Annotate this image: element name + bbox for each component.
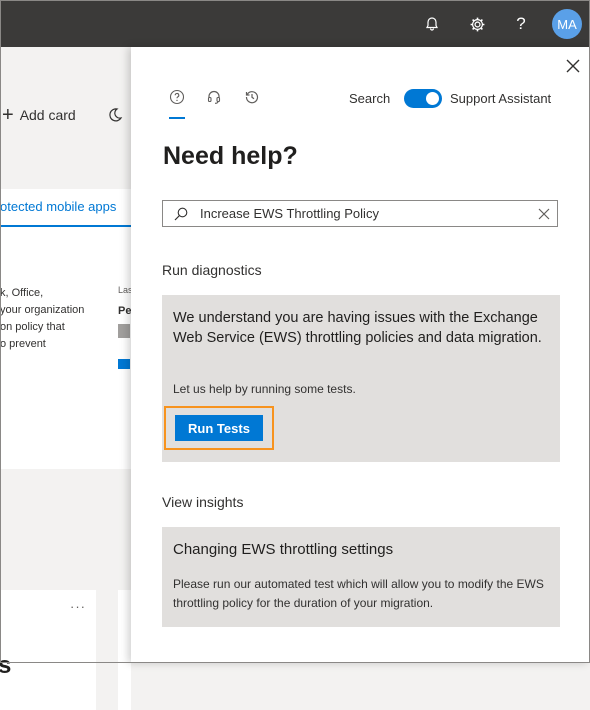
clear-search-icon[interactable] (536, 206, 552, 222)
more-options-icon[interactable]: ··· (70, 599, 86, 614)
search-input[interactable] (200, 201, 520, 226)
diagnostics-message: We understand you are having issues with… (173, 310, 542, 346)
toggle-knob (426, 92, 439, 105)
search-label: Search (349, 91, 391, 106)
run-tests-button[interactable]: Run Tests (175, 415, 263, 441)
add-card-label: Add card (19, 107, 76, 123)
status-swatch-blue (118, 359, 130, 369)
view-insights-heading: View insights (162, 494, 244, 510)
tab-support[interactable] (203, 88, 225, 110)
background-card-3 (118, 590, 131, 710)
plus-icon: + (2, 104, 14, 126)
moon-icon[interactable] (107, 107, 123, 128)
avatar[interactable]: MA (552, 9, 582, 39)
search-icon (173, 206, 189, 222)
tab-indicator (169, 117, 185, 119)
search-box (162, 200, 558, 227)
tab-history[interactable] (241, 88, 263, 110)
diagnostics-card: We understand you are having issues with… (162, 295, 560, 462)
insight-card-text: Please run our automated test which will… (173, 577, 544, 610)
insight-card[interactable]: Changing EWS throttling settings Please … (162, 527, 560, 627)
help-icon[interactable]: ? (509, 12, 533, 36)
help-circle-icon (169, 89, 185, 110)
insight-card-title: Changing EWS throttling settings (173, 541, 394, 558)
add-card-button[interactable]: + Add card (2, 104, 76, 126)
run-diagnostics-heading: Run diagnostics (162, 262, 262, 278)
cut-off-heading (162, 655, 322, 665)
card-heading-fragment: s (0, 652, 12, 679)
history-icon (244, 89, 260, 110)
close-icon[interactable] (562, 55, 584, 77)
support-assistant-label: Support Assistant (450, 91, 552, 106)
run-tests-highlight: Run Tests (164, 406, 274, 450)
background-card-text: k, Office, your organization on policy t… (0, 287, 85, 350)
page-title: Need help? (163, 142, 298, 170)
top-bar: ? MA (0, 0, 590, 47)
diagnostics-subtext: Let us help by running some tests. (173, 382, 356, 396)
status-swatch (118, 324, 130, 338)
tab-protected-mobile-apps[interactable]: otected mobile apps (0, 199, 116, 214)
column-value: Pe (118, 305, 132, 317)
tab-help[interactable] (166, 88, 188, 110)
help-panel: Search Support Assistant Need help? Run … (131, 47, 590, 663)
headset-icon (206, 89, 222, 110)
support-assistant-toggle[interactable] (404, 89, 442, 108)
bell-icon[interactable] (420, 12, 444, 36)
tab-indicator (0, 225, 131, 227)
gear-icon[interactable] (465, 12, 489, 36)
